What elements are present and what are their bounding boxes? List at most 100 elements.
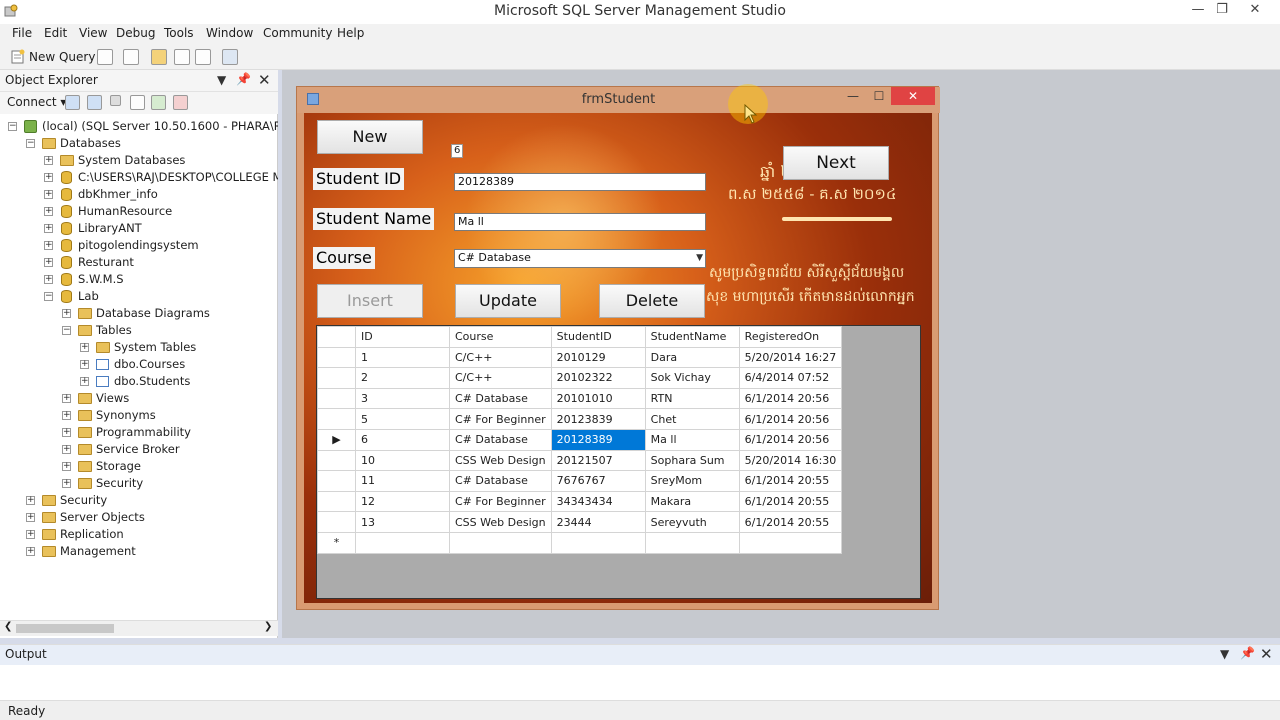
cell-student-name[interactable]: Sophara Sum	[644, 449, 740, 472]
column-header-course[interactable]: Course	[449, 326, 552, 348]
students-data-grid[interactable]: ID Course StudentID StudentName Register…	[316, 325, 921, 599]
save-all-icon[interactable]	[195, 49, 211, 65]
row-header[interactable]	[317, 449, 356, 472]
course-select[interactable]: C# Database ▼	[454, 249, 706, 268]
cell-student-id[interactable]: 23444	[550, 511, 646, 533]
row-header[interactable]	[317, 470, 356, 492]
new-query-button[interactable]: New Query	[10, 48, 95, 66]
table-row[interactable]: 1 C/C++ 2010129 Dara 5/20/2014 16:27	[317, 346, 843, 369]
cell-registered-on[interactable]: 6/1/2014 20:56	[738, 387, 843, 410]
cell-student-id[interactable]: 20102322	[550, 367, 646, 389]
dropdown-icon[interactable]: ▼	[1220, 647, 1229, 661]
new-row[interactable]: *	[317, 531, 843, 554]
refresh-icon[interactable]	[151, 95, 166, 110]
cell-registered-on[interactable]: 5/20/2014 16:27	[738, 346, 843, 369]
cell-course[interactable]: C# Database	[449, 387, 552, 410]
student-name-input[interactable]: Ma ll	[454, 213, 706, 231]
new-button[interactable]: New	[317, 120, 423, 154]
horizontal-scrollbar[interactable]: ❮ ❯	[0, 620, 278, 636]
next-button[interactable]: Next	[783, 146, 889, 180]
save-icon[interactable]	[174, 49, 190, 65]
close-icon[interactable]: ✕	[1260, 645, 1273, 663]
cell-course[interactable]: C# Database	[449, 470, 552, 492]
table-row[interactable]: 13 CSS Web Design 23444 Sereyvuth 6/1/2014 2…	[317, 511, 843, 533]
row-header[interactable]	[317, 490, 356, 513]
menu-file[interactable]: File	[12, 26, 32, 40]
cell-registered-on[interactable]: 6/1/2014 20:56	[738, 408, 843, 430]
cell-registered-on[interactable]: 6/1/2014 20:55	[738, 511, 843, 533]
scroll-left-icon[interactable]: ❮	[4, 621, 12, 632]
new-row-cell[interactable]	[550, 531, 646, 554]
cell-student-name[interactable]: SreyMom	[644, 470, 740, 492]
scroll-right-icon[interactable]: ❯	[264, 621, 272, 632]
form-close-button[interactable]: ✕	[891, 87, 935, 105]
update-button[interactable]: Update	[455, 284, 561, 318]
pin-icon[interactable]: 📌	[236, 72, 251, 86]
delete-button[interactable]: Delete	[599, 284, 705, 318]
cell-id[interactable]: 10	[355, 449, 450, 472]
close-icon[interactable]: ✕	[258, 71, 271, 89]
cell-id[interactable]: 13	[355, 511, 450, 533]
cell-course[interactable]: C/C++	[449, 346, 552, 369]
connect-object-explorer-icon[interactable]	[65, 95, 80, 110]
column-header-id[interactable]: ID	[355, 326, 450, 348]
new-file-icon[interactable]	[97, 49, 113, 65]
stop-icon[interactable]	[110, 95, 121, 106]
cell-registered-on[interactable]: 6/1/2014 20:55	[738, 470, 843, 492]
maximize-button[interactable]: ❐	[1207, 0, 1237, 22]
cell-id[interactable]: 2	[355, 367, 450, 389]
new-project-icon[interactable]	[123, 49, 139, 65]
table-row[interactable]: 11 C# Database 7676767 SreyMom 6/1/2014 20:5…	[317, 470, 843, 492]
cell-id[interactable]: 3	[355, 387, 450, 410]
cell-registered-on[interactable]: 5/20/2014 16:30	[738, 449, 843, 472]
cell-course[interactable]: CSS Web Design	[449, 449, 552, 472]
cell-student-name[interactable]: Ma ll	[644, 428, 740, 451]
cell-student-name[interactable]: Sok Vichay	[644, 367, 740, 389]
cell-student-name[interactable]: Dara	[644, 346, 740, 369]
cell-registered-on[interactable]: 6/1/2014 20:56	[738, 428, 843, 451]
menu-community[interactable]: Community	[263, 26, 332, 40]
row-header[interactable]	[317, 346, 356, 369]
activity-monitor-icon[interactable]	[222, 49, 238, 65]
form-maximize-button[interactable]: ☐	[865, 87, 893, 105]
new-row-cell[interactable]	[355, 531, 450, 554]
cell-student-id[interactable]: 34343434	[550, 490, 646, 513]
menu-tools[interactable]: Tools	[164, 26, 194, 40]
menu-edit[interactable]: Edit	[44, 26, 67, 40]
cell-id[interactable]: 11	[355, 470, 450, 492]
row-header[interactable]: ▶	[317, 428, 356, 451]
close-button[interactable]: ✕	[1240, 0, 1270, 22]
disconnect-icon[interactable]	[87, 95, 102, 110]
column-header-registered-on[interactable]: RegisteredOn	[738, 326, 843, 348]
menu-debug[interactable]: Debug	[116, 26, 155, 40]
cell-id[interactable]: 12	[355, 490, 450, 513]
cell-id[interactable]: 1	[355, 346, 450, 369]
row-header[interactable]	[317, 511, 356, 533]
new-row-cell[interactable]	[738, 531, 843, 554]
menu-view[interactable]: View	[79, 26, 107, 40]
cell-course[interactable]: C/C++	[449, 367, 552, 389]
table-row[interactable]: 2 C/C++ 20102322 Sok Vichay 6/4/2014 07:52	[317, 367, 843, 389]
table-row[interactable]: ▶ 6 C# Database 20128389 Ma ll 6/1/2014 20:56	[317, 428, 843, 451]
insert-button[interactable]: Insert	[317, 284, 423, 318]
cell-student-id[interactable]: 20121507	[550, 449, 646, 472]
table-row[interactable]: 10 CSS Web Design 20121507 Sophara Sum 5/20/…	[317, 449, 843, 472]
cell-student-name[interactable]: Chet	[644, 408, 740, 430]
cell-id[interactable]: 5	[355, 408, 450, 430]
pin-icon[interactable]: 📌	[1240, 646, 1255, 660]
menu-help[interactable]: Help	[337, 26, 364, 40]
table-row[interactable]: 3 C# Database 20101010 RTN 6/1/2014 20:56	[317, 387, 843, 410]
cell-course[interactable]: CSS Web Design	[449, 511, 552, 533]
row-header[interactable]	[317, 408, 356, 430]
row-header[interactable]	[317, 387, 356, 410]
scrollbar-thumb[interactable]	[16, 624, 114, 633]
cell-student-id[interactable]: 7676767	[550, 470, 646, 492]
open-folder-icon[interactable]	[151, 49, 167, 65]
connect-button[interactable]: Connect ▾	[7, 95, 66, 109]
cell-course[interactable]: C# For Beginner	[449, 490, 552, 513]
dropdown-icon[interactable]: ▼	[217, 73, 226, 87]
column-header-student-id[interactable]: StudentID	[550, 326, 646, 348]
student-id-input[interactable]: 20128389	[454, 173, 706, 191]
table-row[interactable]: 12 C# For Beginner 34343434 Makara 6/1/2014 …	[317, 490, 843, 513]
filter-icon[interactable]	[130, 95, 145, 110]
